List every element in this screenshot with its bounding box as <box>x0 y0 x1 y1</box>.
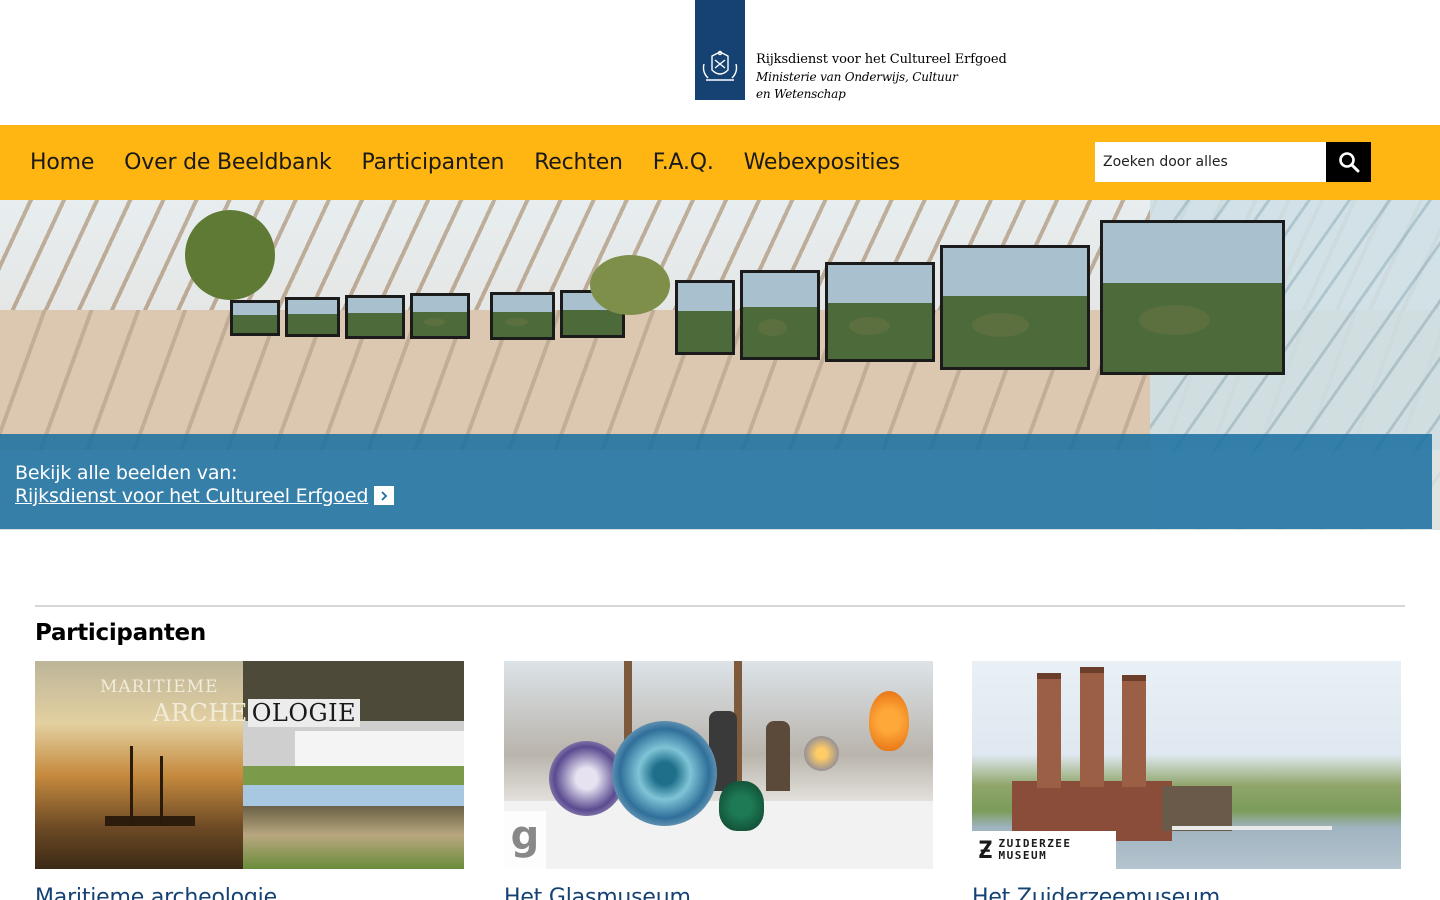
harbour-house <box>1162 786 1232 831</box>
hero-tree <box>590 255 670 315</box>
chevron-right-icon <box>381 490 388 501</box>
search-input[interactable] <box>1095 142 1326 182</box>
main-navigation: Home Over de Beeldbank Participanten Rec… <box>0 125 1440 200</box>
card-caption[interactable]: Het Zuiderzeemuseum <box>972 885 1401 900</box>
participant-card-zuiderzeemuseum[interactable]: Ƶ ZUIDERZEE MUSEUM Het Zuiderzeemuseum <box>972 661 1401 900</box>
nav-item-faq[interactable]: F.A.Q. <box>653 150 714 175</box>
card-image-title-part-a: ARCHE <box>153 699 248 727</box>
card-image[interactable]: Ƶ ZUIDERZEE MUSEUM <box>972 661 1401 869</box>
org-name: Rijksdienst voor het Cultureel Erfgoed <box>756 52 1007 67</box>
exhibit-photo <box>940 245 1090 370</box>
glass-vase <box>804 736 839 771</box>
section-title: Participanten <box>35 620 206 646</box>
exhibit-photo <box>230 300 280 336</box>
hero-image: Bekijk alle beelden van: Rijksdienst voo… <box>0 200 1440 530</box>
zuiderzeemuseum-logo: Ƶ ZUIDERZEE MUSEUM <box>972 831 1116 869</box>
ship-mast <box>130 746 133 826</box>
hero-arrow-button[interactable] <box>374 486 394 505</box>
exhibit-photo <box>740 270 820 360</box>
hero-intro-text: Bekijk alle beelden van: <box>15 462 238 484</box>
zuiderzee-logo-text: ZUIDERZEE MUSEUM <box>998 837 1072 862</box>
exhibit-photo <box>285 297 340 337</box>
ministry-name: Ministerie van Onderwijs, Cultuur en Wet… <box>756 70 958 101</box>
card-image-title-part-b: OLOGIE <box>247 699 361 727</box>
longhouse-photo <box>243 785 464 869</box>
glass-vase <box>869 691 909 751</box>
logo-emblem[interactable] <box>695 0 745 100</box>
ship-hull <box>105 766 195 826</box>
visitor <box>766 721 790 791</box>
card-image-title-bottom: ARCHE OLOGIE <box>153 699 361 727</box>
section-divider <box>35 605 1405 607</box>
card-image[interactable]: g <box>504 661 933 869</box>
logo-wordmark[interactable]: Rijksdienst voor het Cultureel Erfgoed M… <box>756 51 1007 103</box>
farmhouse-grass <box>243 766 464 786</box>
ship-mast <box>160 756 163 826</box>
glass-vase <box>719 781 764 831</box>
exhibit-photo <box>825 262 935 362</box>
nav-item-over-de-beeldbank[interactable]: Over de Beeldbank <box>124 150 332 175</box>
nav-item-rechten[interactable]: Rechten <box>534 150 623 175</box>
glass-paperweight <box>612 721 717 826</box>
exhibit-photo <box>490 292 555 340</box>
harbour-pier <box>1172 826 1332 830</box>
participant-card-glasmuseum[interactable]: g Het Glasmuseum <box>504 661 933 900</box>
exhibit-photo <box>410 293 470 339</box>
site-header: Rijksdienst voor het Cultureel Erfgoed M… <box>0 0 1440 125</box>
card-image[interactable]: MARITIEME ARCHE OLOGIE <box>35 661 464 869</box>
participant-card-maritieme-archeologie[interactable]: MARITIEME ARCHE OLOGIE Maritieme archeolo… <box>35 661 464 900</box>
coat-of-arms-icon <box>702 50 738 81</box>
hero-link[interactable]: Rijksdienst voor het Cultureel Erfgoed <box>15 485 368 507</box>
card-caption[interactable]: Het Glasmuseum <box>504 885 933 900</box>
hero-tree <box>185 210 275 300</box>
hero-banner: Bekijk alle beelden van: Rijksdienst voo… <box>0 434 1432 529</box>
search-icon <box>1338 152 1359 173</box>
kiln-chimney <box>1080 667 1104 787</box>
exhibit-photo <box>675 280 735 355</box>
nav-item-home[interactable]: Home <box>30 150 94 175</box>
exhibit-photo <box>345 295 405 339</box>
zuiderzee-logo-icon: Ƶ <box>978 836 993 864</box>
glasmuseum-logo: g <box>504 811 546 869</box>
card-image-title-top: MARITIEME <box>100 677 219 697</box>
search-form <box>1095 142 1371 182</box>
search-button[interactable] <box>1326 142 1371 182</box>
exhibit-photo <box>1100 220 1285 375</box>
nav-item-webexposities[interactable]: Webexposities <box>744 150 900 175</box>
kiln-chimney <box>1122 675 1146 787</box>
kiln-chimney <box>1037 673 1061 788</box>
nav-item-participanten[interactable]: Participanten <box>362 150 505 175</box>
card-caption[interactable]: Maritieme archeologie <box>35 885 464 900</box>
